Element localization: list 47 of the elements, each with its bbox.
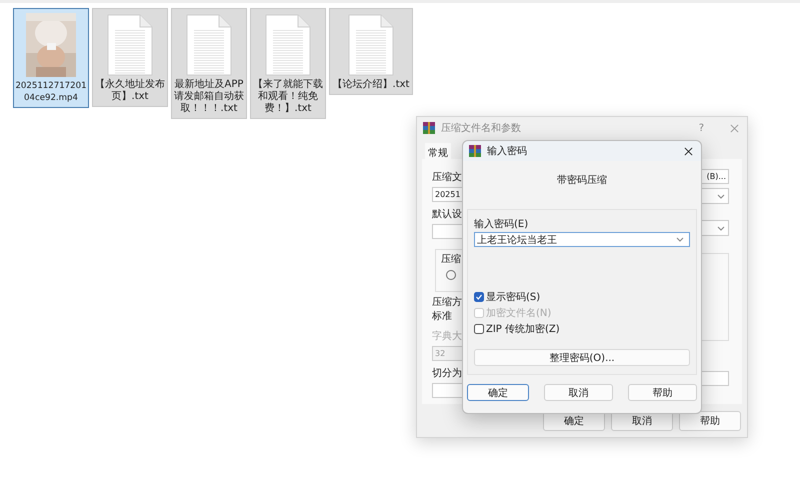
group-label: 压缩 [441, 254, 462, 266]
tab[interactable]: 常规 [425, 143, 451, 159]
file-item[interactable]: 最新地址及APP请发邮箱自动获取！！！.txt [171, 8, 247, 119]
text-file-icon [265, 14, 311, 76]
input-field[interactable] [700, 371, 729, 386]
file-name: 最新地址及APP请发邮箱自动获取！！！.txt [173, 79, 245, 115]
text-file-icon [107, 14, 153, 76]
file-name: 【永久地址发布页】.txt [94, 79, 166, 103]
dropdown[interactable] [700, 220, 729, 236]
chevron-icon [717, 226, 725, 230]
text-file-icon [348, 14, 394, 76]
file-item[interactable]: 【永久地址发布页】.txt [92, 8, 168, 107]
field-label: 输入密码(E) [474, 219, 530, 231]
close-icon[interactable] [684, 146, 693, 156]
checkbox-label[interactable]: 显示密码(S) [486, 290, 540, 304]
chevron-icon [717, 194, 725, 198]
radio-button[interactable] [446, 270, 456, 280]
text-file-icon [186, 14, 232, 76]
window-title: 压缩文件名和参数 [441, 122, 521, 135]
field-label: 字典大 [432, 330, 462, 344]
organize-passwords-button[interactable]: 整理密码(O)... [474, 349, 690, 366]
field-label: 压缩文 [432, 171, 462, 185]
dialog-button[interactable]: 帮助 [628, 384, 697, 401]
dialog-button[interactable]: 确定 [467, 384, 529, 401]
file-name: 【论坛介绍】.txt [332, 79, 410, 91]
file-item[interactable]: 【论坛介绍】.txt [329, 8, 413, 95]
archive-app-icon [423, 122, 435, 134]
checkbox-label[interactable]: ZIP 传统加密(Z) [486, 322, 560, 336]
file-item[interactable]: 【来了就能下载和观看！纯免费！】.txt [250, 8, 326, 119]
file-item[interactable]: 202511271720104ce92.mp4 [13, 8, 89, 108]
field-label: 压缩方 [432, 296, 462, 310]
window-title: 输入密码 [487, 144, 527, 158]
dropdown[interactable]: 标准 [432, 310, 452, 324]
checkbox[interactable] [474, 324, 484, 334]
dropdown[interactable] [700, 188, 729, 204]
chevron-icon [676, 237, 684, 242]
dialog-button[interactable]: 取消 [544, 384, 613, 401]
dialog-button[interactable]: 帮助 [679, 411, 741, 431]
file-name: 【来了就能下载和观看！纯免费！】.txt [252, 79, 324, 115]
field-label: 默认设 [432, 208, 462, 222]
archive-app-icon [469, 145, 481, 157]
password-field[interactable]: 上老王论坛当老王 [474, 232, 690, 247]
dialog-heading: 带密码压缩 [557, 174, 607, 187]
file-name: 202511271720104ce92.mp4 [15, 80, 87, 104]
browse-button[interactable]: (B)... [700, 169, 729, 184]
checkbox[interactable] [474, 292, 484, 302]
field-label: 切分为 [432, 366, 462, 381]
